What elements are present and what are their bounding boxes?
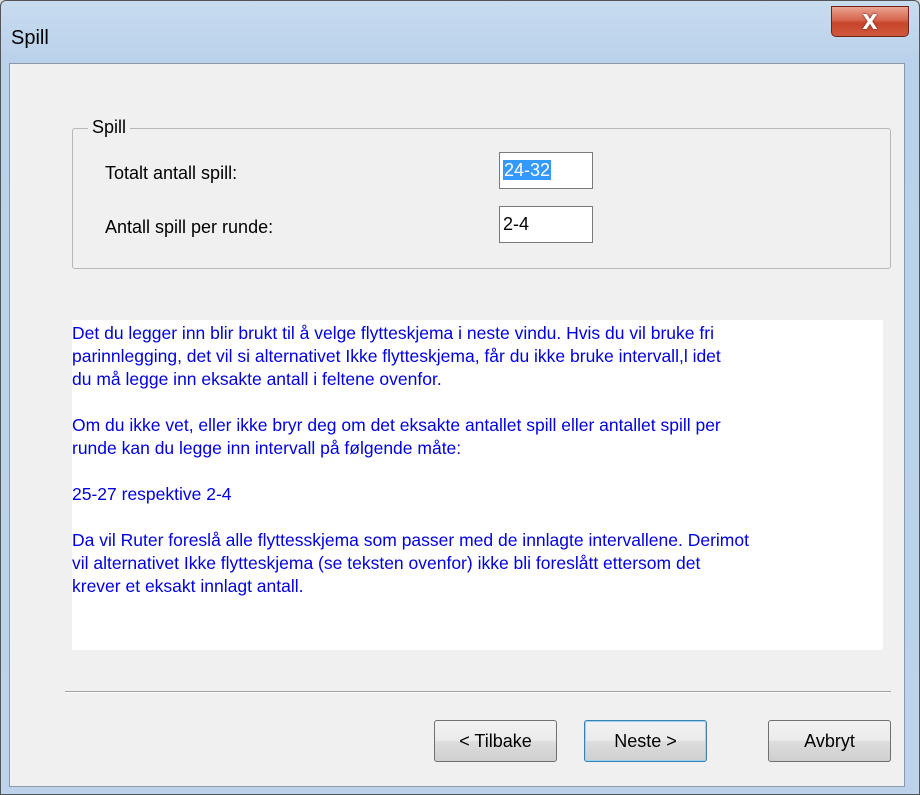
total-games-label: Totalt antall spill: (105, 163, 238, 183)
games-per-round-value: 2-4 (503, 214, 530, 234)
total-games-value: 24-32 (503, 160, 552, 180)
groupbox-legend: Spill (88, 117, 131, 138)
next-button[interactable]: Neste > (584, 720, 707, 762)
back-button[interactable]: < Tilbake (434, 720, 557, 762)
dialog-client-area: Spill Totalt antall spill: 24-32 Antall … (9, 63, 905, 787)
info-paragraph: 25-27 respektive 2-4 (72, 484, 232, 504)
info-paragraph: Da vil Ruter foreslå alle flyttesskjema … (72, 530, 749, 596)
separator-line (65, 691, 891, 693)
games-per-round-label: Antall spill per runde: (105, 217, 274, 237)
info-paragraph: Det du legger inn blir brukt til å velge… (72, 323, 721, 389)
cancel-button[interactable]: Avbryt (768, 720, 891, 762)
close-icon: X (862, 9, 878, 34)
close-button[interactable]: X (831, 6, 909, 37)
games-per-round-input[interactable]: 2-4 (499, 206, 593, 243)
window-title: Spill (11, 27, 49, 49)
info-text-panel: Det du legger inn blir brukt til å velge… (72, 320, 883, 650)
dialog-window: Spill X Spill Totalt antall spill: 24-32… (0, 0, 920, 795)
total-games-input[interactable]: 24-32 (499, 152, 593, 189)
spill-groupbox (72, 128, 891, 269)
info-paragraph: Om du ikke vet, eller ikke bryr deg om d… (72, 415, 721, 458)
title-bar[interactable]: Spill X (1, 1, 919, 63)
